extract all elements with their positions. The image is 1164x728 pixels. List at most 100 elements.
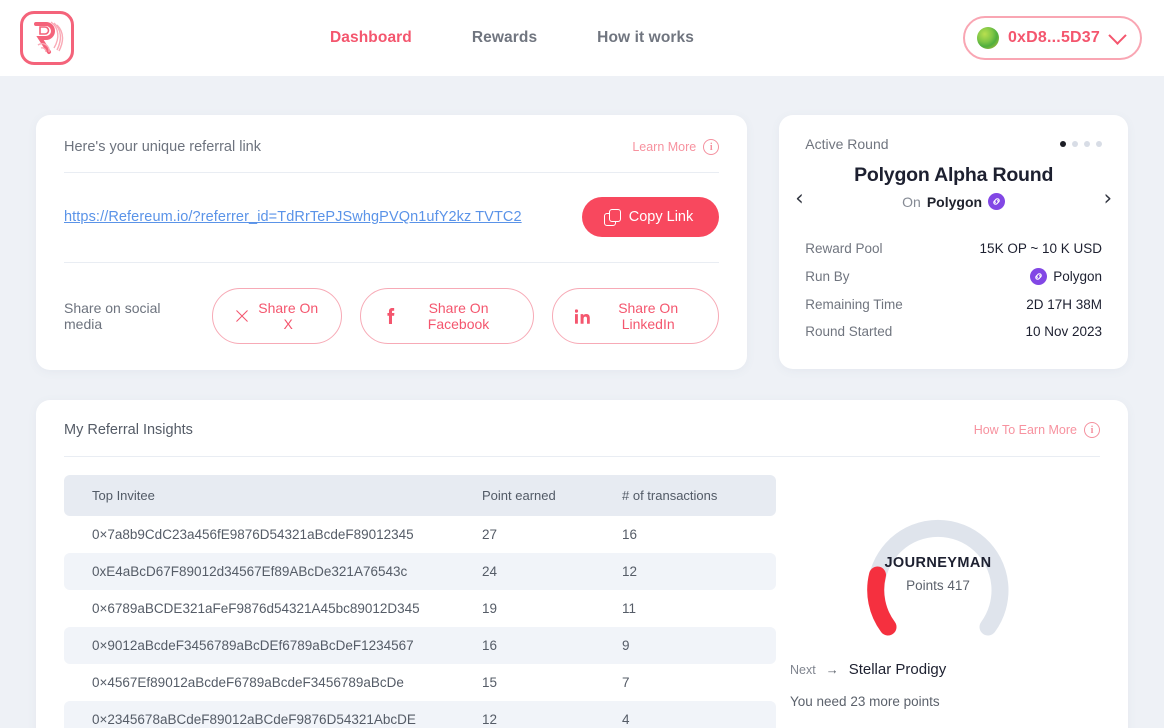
insights-header: My Referral Insights How To Earn More i <box>64 422 1100 457</box>
how-to-earn-more-label: How To Earn More <box>973 423 1077 437</box>
logo-link[interactable] <box>20 11 74 65</box>
cell-points: 19 <box>482 601 498 616</box>
round-detail-row: Round Started 10 Nov 2023 <box>805 318 1102 345</box>
rank-points: Points 417 <box>906 578 970 593</box>
carousel-dot-2[interactable] <box>1072 141 1078 147</box>
cell-transactions: 11 <box>622 601 637 616</box>
round-detail-row: Reward Pool 15K OP ~ 10 K USD <box>805 235 1102 262</box>
next-round-arrow-icon[interactable]: › <box>1104 188 1112 209</box>
how-to-earn-more-link[interactable]: How To Earn More i <box>974 422 1100 438</box>
polygon-icon <box>988 193 1006 210</box>
gauge-center-text: JOURNEYMAN Points 417 <box>850 555 1026 593</box>
cell-points: 27 <box>482 527 498 542</box>
refereum-logo-icon <box>20 11 74 65</box>
reward-pool-label: Reward Pool <box>805 241 883 256</box>
insights-body: Top Invitee Point earned # of transactio… <box>64 457 1100 728</box>
referral-card-header: Here's your unique referral link Learn M… <box>64 139 720 173</box>
cell-invitee: 0xE4aBcD67F89012d34567Ef89ABcDe321A76543… <box>64 553 454 590</box>
info-icon[interactable]: i <box>1084 422 1100 438</box>
wallet-avatar <box>976 27 999 49</box>
column-point-earned: Point earned <box>454 475 594 516</box>
table-row[interactable]: 0×9012aBcdeF3456789aBcDEf6789aBcDeF12345… <box>64 627 776 664</box>
share-on-x-label: Share On X <box>258 300 319 332</box>
rank-gauge: JOURNEYMAN Points 417 <box>850 479 1026 639</box>
wallet-button[interactable]: 0xD8...5D37 <box>962 16 1142 60</box>
run-by-value-wrap: Polygon <box>1030 268 1102 285</box>
cell-invitee: 0×7a8b9CdC23a456fE9876D54321aBcdeF890123… <box>92 527 414 542</box>
nav-rewards[interactable]: Rewards <box>472 29 537 47</box>
column-top-invitee: Top Invitee <box>64 475 454 516</box>
referral-link-card: Here's your unique referral link Learn M… <box>36 115 748 370</box>
cell-transactions: 12 <box>594 553 776 590</box>
cell-invitee: 0×2345678aBCdeF89012aBCdeF9876D54321AbcD… <box>64 701 454 728</box>
table-header-row: Top Invitee Point earned # of transactio… <box>64 475 776 516</box>
copy-link-label: Copy Link <box>628 209 694 225</box>
share-on-facebook-button[interactable]: Share On Facebook <box>359 288 535 344</box>
share-on-x-button[interactable]: Share On X <box>211 288 342 344</box>
social-share-row: Share on social media Share On X Share O… <box>64 263 720 344</box>
run-by-value: Polygon <box>1053 269 1102 284</box>
wallet-address: 0xD8...5D37 <box>1007 29 1100 46</box>
copy-link-button[interactable]: Copy Link <box>581 197 720 237</box>
referral-insights-card: My Referral Insights How To Earn More i … <box>36 400 1128 728</box>
cell-points: 15 <box>482 675 498 690</box>
referral-table: Top Invitee Point earned # of transactio… <box>64 475 776 728</box>
carousel-dot-3[interactable] <box>1084 141 1090 147</box>
cell-invitee: 0×6789aBCDE321aFeF9876d54321A45bc89012D3… <box>92 601 420 616</box>
table-row[interactable]: 0xE4aBcD67F89012d34567Ef89ABcDe321A76543… <box>64 553 776 590</box>
carousel-dot-1[interactable] <box>1060 141 1066 147</box>
cell-transactions: 9 <box>594 627 776 664</box>
cell-points: 24 <box>454 553 594 590</box>
table-body: 0×7a8b9CdC23a456fE9876D54321aBcdeF890123… <box>64 516 776 728</box>
round-started-label: Round Started <box>805 324 893 339</box>
top-row: Here's your unique referral link Learn M… <box>36 115 1128 370</box>
cell-points: 16 <box>454 627 594 664</box>
nav-dashboard[interactable]: Dashboard <box>330 29 412 47</box>
cell-points: 12 <box>454 701 594 728</box>
facebook-icon <box>383 308 397 325</box>
round-detail-row: Remaining Time 2D 17H 38M <box>805 291 1102 318</box>
next-rank-row: Next → Stellar Prodigy <box>790 661 946 678</box>
reward-pool-value: 15K OP ~ 10 K USD <box>979 241 1102 256</box>
polygon-icon <box>1030 268 1048 285</box>
referral-card-title: Here's your unique referral link <box>64 139 261 155</box>
cell-invitee: 0×9012aBcdeF3456789aBcDEf6789aBcDeF12345… <box>64 627 454 664</box>
carousel-dots <box>1060 141 1102 147</box>
arrow-right-icon: → <box>825 662 839 677</box>
insights-title: My Referral Insights <box>64 422 193 438</box>
referral-link[interactable]: https://Refereum.io/?referrer_id=TdRrTeP… <box>64 209 522 225</box>
share-label: Share on social media <box>64 300 161 332</box>
referral-link-row: https://Refereum.io/?referrer_id=TdRrTeP… <box>64 173 720 263</box>
run-by-label: Run By <box>805 269 850 284</box>
next-rank-name: Stellar Prodigy <box>848 661 947 678</box>
learn-more-link[interactable]: Learn More i <box>632 139 720 155</box>
table-row[interactable]: 0×4567Ef89012aBcdeF6789aBcdeF3456789aBcD… <box>64 664 776 701</box>
share-on-linkedin-label: Share On LinkedIn <box>618 300 679 332</box>
next-label: Next <box>790 662 816 677</box>
rank-name: JOURNEYMAN <box>884 555 992 571</box>
table-row[interactable]: 0×7a8b9CdC23a456fE9876D54321aBcdeF890123… <box>64 516 776 553</box>
active-round-label: Active Round <box>805 136 889 152</box>
rank-gauge-column: JOURNEYMAN Points 417 Next → Stellar Pro… <box>776 457 1100 728</box>
points-needed-text: You need 23 more points <box>790 694 940 709</box>
cell-transactions: 4 <box>594 701 776 728</box>
column-transactions: # of transactions <box>594 475 776 516</box>
table-row[interactable]: 0×6789aBCDE321aFeF9876d54321A45bc89012D3… <box>64 590 776 627</box>
nav-how-it-works[interactable]: How it works <box>597 29 694 47</box>
active-round-header: Active Round <box>805 136 1102 152</box>
share-on-facebook-label: Share On Facebook <box>427 300 490 332</box>
share-on-linkedin-button[interactable]: Share On LinkedIn <box>552 288 720 344</box>
info-icon[interactable]: i <box>703 139 720 155</box>
prev-round-arrow-icon[interactable]: ‹ <box>795 188 803 209</box>
carousel-dot-4[interactable] <box>1096 141 1102 147</box>
chevron-down-icon[interactable] <box>1108 25 1127 45</box>
table-head: Top Invitee Point earned # of transactio… <box>64 475 776 516</box>
table-row[interactable]: 0×2345678aBCdeF89012aBCdeF9876D54321AbcD… <box>64 701 776 728</box>
round-chain-name: Polygon <box>926 193 983 210</box>
cell-transactions: 7 <box>622 675 630 690</box>
round-on-prefix: On <box>902 193 921 210</box>
page-body: Here's your unique referral link Learn M… <box>0 115 1164 728</box>
linkedin-icon <box>575 308 591 325</box>
learn-more-label: Learn More <box>632 140 697 154</box>
remaining-time-label: Remaining Time <box>805 297 903 312</box>
